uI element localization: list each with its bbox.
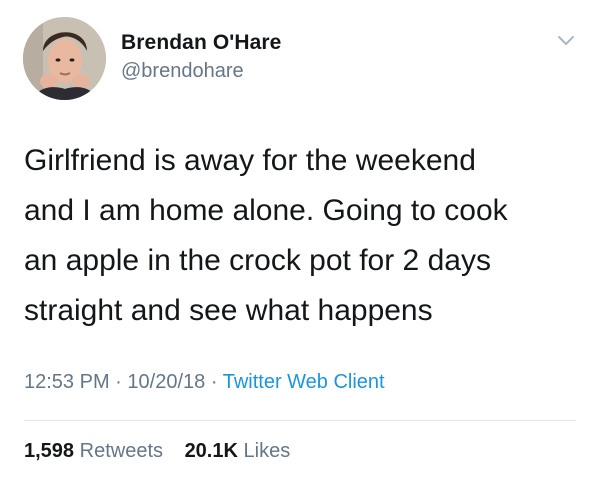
tweet-card: Brendan O'Hare @brendohare Girlfriend is… [0, 0, 600, 481]
tweet-source-link[interactable]: Twitter Web Client [223, 371, 385, 393]
retweets-label: Retweets [79, 440, 163, 462]
chevron-down-icon[interactable] [556, 34, 576, 48]
meta-separator: · [115, 371, 122, 393]
tweet-text-line: an apple in the crock pot for 2 days [24, 244, 491, 277]
likes-count: 20.1K [184, 440, 238, 462]
tweet-stats: 1,598 Retweets 20.1K Likes [24, 440, 290, 463]
meta-separator: · [210, 371, 218, 393]
likes-label: Likes [243, 440, 291, 462]
tweet-text-line: straight and see what happens [24, 294, 433, 327]
avatar[interactable] [23, 17, 106, 100]
author-handle[interactable]: @brendohare [121, 60, 244, 83]
tweet-text-line: and I am home alone. Going to cook [24, 194, 508, 227]
retweets-count: 1,598 [24, 440, 75, 462]
tweet-text: Girlfriend is away for the weekend and I… [24, 143, 584, 343]
author-display-name[interactable]: Brendan O'Hare [121, 31, 281, 55]
retweets-stat[interactable]: 1,598 Retweets [24, 440, 163, 462]
likes-stat[interactable]: 20.1K Likes [185, 440, 291, 462]
tweet-metadata: 12:53 PM · 10/20/18 · Twitter Web Client [24, 371, 385, 394]
divider [24, 420, 576, 421]
tweet-date[interactable]: 10/20/18 [127, 371, 205, 393]
tweet-text-line: Girlfriend is away for the weekend [24, 144, 476, 177]
tweet-time[interactable]: 12:53 PM [24, 371, 110, 393]
